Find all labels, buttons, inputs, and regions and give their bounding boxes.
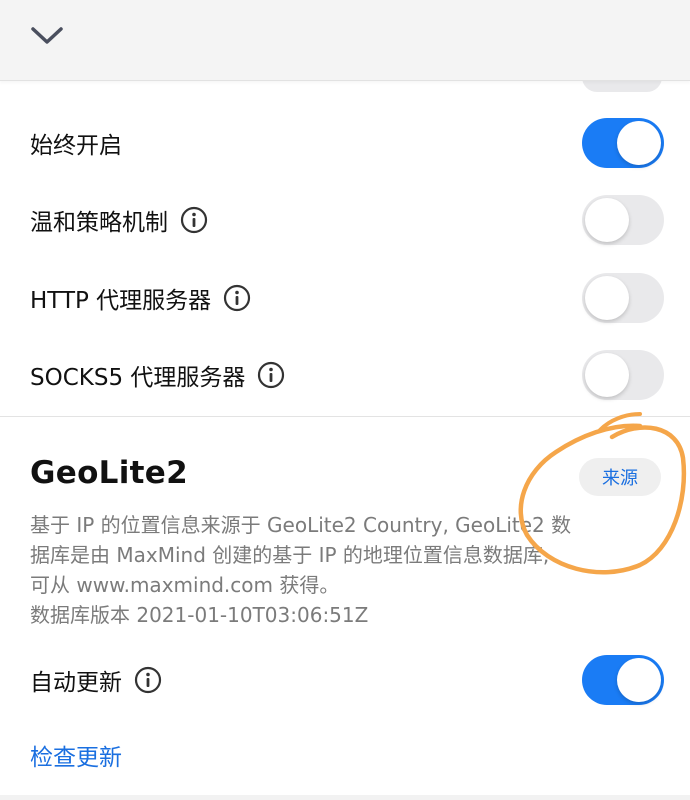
toggle-knob [585, 276, 629, 320]
toggle-knob [617, 658, 661, 702]
setting-label-gentle-policy: 温和策略机制 [30, 203, 208, 237]
socks5-proxy-toggle[interactable] [582, 350, 664, 400]
section-divider [0, 416, 690, 417]
always-on-toggle[interactable] [582, 118, 664, 168]
source-button[interactable]: 来源 [579, 458, 661, 496]
geolite-section-title: GeoLite2 [30, 455, 188, 491]
description-line: 据库是由 MaxMind 创建的基于 IP 的地理位置信息数据库, [30, 543, 550, 567]
setting-label-auto-update: 自动更新 [30, 663, 162, 697]
info-icon[interactable] [134, 666, 162, 694]
info-icon[interactable] [223, 284, 251, 312]
info-icon[interactable] [257, 361, 285, 389]
setting-label-always-on: 始终开启 [30, 133, 122, 159]
toggle-knob [585, 353, 629, 397]
description-line: 基于 IP 的位置信息来源于 GeoLite2 Country, GeoLite… [30, 513, 572, 537]
database-version: 数据库版本 2021-01-10T03:06:51Z [30, 603, 369, 627]
chevron-down-icon[interactable] [28, 20, 66, 50]
auto-update-toggle[interactable] [582, 655, 664, 705]
info-icon[interactable] [180, 206, 208, 234]
gentle-policy-toggle[interactable] [582, 195, 664, 245]
bottom-separator [0, 795, 690, 800]
setting-row-gentle-policy: 温和策略机制 [0, 190, 690, 250]
top-bar [0, 0, 690, 81]
setting-row-auto-update: 自动更新 [0, 650, 690, 710]
setting-row-always-on: 始终开启 [0, 113, 690, 173]
toggle-knob [585, 198, 629, 242]
http-proxy-toggle[interactable] [582, 273, 664, 323]
setting-label-socks5-proxy: SOCKS5 代理服务器 [30, 358, 285, 392]
description-line: 可从 www.maxmind.com 获得。 [30, 573, 340, 597]
geolite-description: 基于 IP 的位置信息来源于 GeoLite2 Country, GeoLite… [30, 510, 660, 630]
check-update-link[interactable]: 检查更新 [30, 738, 122, 772]
setting-label-http-proxy: HTTP 代理服务器 [30, 281, 251, 315]
setting-row-http-proxy: HTTP 代理服务器 [0, 268, 690, 328]
toggle-knob [617, 121, 661, 165]
setting-row-socks5-proxy: SOCKS5 代理服务器 [0, 345, 690, 405]
